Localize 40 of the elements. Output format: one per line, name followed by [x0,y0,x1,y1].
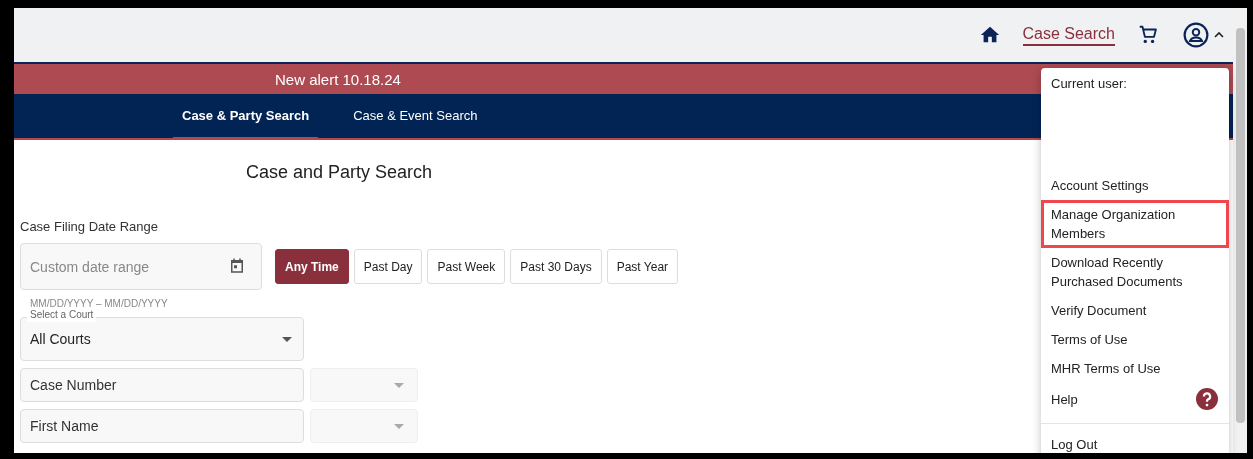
alert-text: New alert 10.18.24 [275,70,401,88]
case-search-link[interactable]: Case Search [1022,24,1115,46]
menu-item[interactable]: MHR Terms of Use [1041,354,1229,383]
dropdown-field[interactable] [310,409,418,443]
page-title: Case and Party Search [244,162,434,183]
calendar-icon [228,257,246,275]
scrollbar-thumb[interactable] [1236,28,1245,423]
cart-icon [1137,24,1159,46]
text-field[interactable]: Case Number [20,368,304,402]
text-field[interactable]: First Name [20,409,304,443]
date-preset-button[interactable]: Any Time [275,249,349,284]
field-label: Case Filing Date Range [20,219,159,234]
tab[interactable]: Case & Event Search [344,94,487,140]
menu-item[interactable]: Verify Document [1041,296,1229,325]
dropdown-arrow-icon [282,336,292,342]
menu-item[interactable]: Log Out [1041,430,1229,453]
scrollbar[interactable] [1233,8,1247,453]
menu-item[interactable]: Manage Organization Members [1041,200,1229,248]
dropdown-field[interactable] [310,368,418,402]
menu-item[interactable]: Help [1041,383,1229,415]
menu-item[interactable]: Download Recently Purchased Documents [1041,248,1229,296]
menu-item[interactable]: Account Settings [1041,171,1229,200]
help-icon [1196,388,1218,410]
date-preset-button[interactable]: Past 30 Days [510,249,602,284]
date-range-field[interactable]: Custom date range [20,243,262,290]
menu-item[interactable]: Terms of Use [1041,325,1229,354]
court-select[interactable]: All Courts [20,317,304,361]
floating-label: Select a Court [27,308,97,322]
tab[interactable]: Case & Party Search [173,94,319,140]
date-preset-button[interactable]: Past Day [353,249,423,284]
date-preset-button[interactable]: Past Week [427,249,506,284]
current-user-label: Current user: [1050,76,1128,93]
user-icon [1183,22,1209,48]
dropdown-arrow-icon [394,423,404,429]
select-value: All Courts [30,331,91,347]
date-preset-button[interactable]: Past Year [606,249,679,284]
dropdown-arrow-icon [394,382,404,388]
cart-button[interactable] [1137,24,1159,46]
hint-text: MM/DD/YYYY – MM/DD/YYYY [30,298,168,309]
menu-item-label: Help [1051,390,1078,409]
